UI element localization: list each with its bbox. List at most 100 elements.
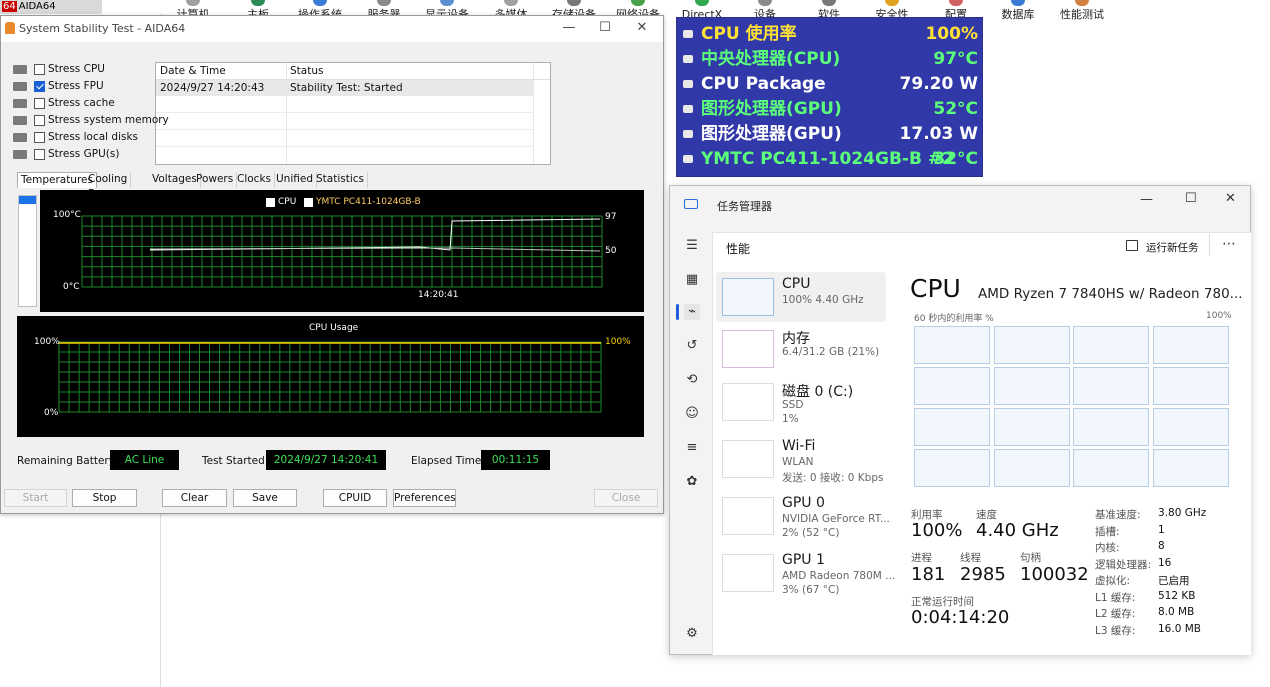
processes-label: 进程: [911, 552, 932, 564]
spec-value: 512 KB: [1158, 589, 1196, 602]
maximize-button[interactable]: ☐: [1185, 191, 1197, 206]
osd-label: YMTC PC411-1024GB-B #2: [701, 149, 954, 169]
stress-checkbox[interactable]: [34, 64, 45, 75]
toolbar-item[interactable]: 性能测试: [1047, 8, 1117, 22]
toolbar-icon: [695, 0, 709, 6]
perf-item-detail: SSD: [782, 399, 804, 411]
clear-button[interactable]: Clear: [162, 489, 227, 507]
sensor-icon: [683, 55, 693, 63]
perf-thumbnail: [722, 330, 774, 368]
history-icon[interactable]: ↺: [684, 338, 700, 354]
threads-value: 2985: [960, 564, 1006, 585]
spec-value: 1: [1158, 523, 1165, 536]
close-icon[interactable]: ✕: [625, 16, 659, 42]
minimize-button[interactable]: —: [1140, 192, 1153, 207]
spec-value: 16.0 MB: [1158, 622, 1201, 635]
legend-checkbox-disk[interactable]: [304, 198, 313, 207]
performance-icon[interactable]: ⌁: [684, 304, 700, 320]
startup-icon[interactable]: ⟲: [684, 372, 700, 388]
perf-item-4[interactable]: GPU 0 NVIDIA GeForce RT... 2% (52 °C): [716, 491, 890, 541]
more-options-button[interactable]: ⋯: [1222, 236, 1236, 252]
cpu-temp-value: 97: [605, 212, 617, 222]
window-titlebar[interactable]: System Stability Test - AIDA64 — ☐ ✕: [1, 16, 663, 42]
stress-checkbox[interactable]: [34, 132, 45, 143]
stop-button[interactable]: Stop: [72, 489, 137, 507]
tab-cooling-fans[interactable]: Cooling Fans: [85, 172, 132, 200]
perf-item-5[interactable]: GPU 1 AMD Radeon 780M ... 3% (67 °C): [716, 548, 895, 598]
core-graph: [993, 449, 1070, 487]
run-new-task-button[interactable]: 运行新任务: [1146, 240, 1199, 255]
save-button[interactable]: Save: [233, 489, 297, 507]
cpu-header: CPU: [910, 274, 961, 303]
hardware-icon: [13, 116, 27, 125]
hardware-icon: [13, 150, 27, 159]
stress-checkbox[interactable]: [34, 115, 45, 126]
osd-row: YMTC PC411-1024GB-B #2 32°C: [677, 147, 984, 172]
uptime-value: 0:04:14:20: [911, 607, 1010, 628]
toolbar-icon: [758, 0, 772, 6]
minimize-button[interactable]: —: [552, 16, 586, 42]
cpuid-button[interactable]: CPUID: [323, 489, 387, 507]
spec-label: L3 缓存:: [1095, 624, 1136, 637]
stability-test-window[interactable]: System Stability Test - AIDA64 — ☐ ✕ Dat…: [0, 15, 664, 514]
osd-value: 32°C: [933, 149, 978, 169]
perf-item-detail: AMD Radeon 780M ...: [782, 570, 896, 582]
speed-value: 4.40 GHz: [976, 520, 1059, 541]
toolbar-icon: [822, 0, 836, 6]
toolbar-icon: [885, 0, 899, 6]
hamburger-menu-icon[interactable]: ☰: [684, 238, 700, 254]
close-icon[interactable]: ✕: [1225, 191, 1236, 206]
osd-label: 图形处理器(GPU): [701, 124, 842, 144]
stress-label: Stress FPU: [48, 80, 104, 92]
osd-label: CPU Package: [701, 74, 826, 94]
perf-item-subdetail: 2% (52 °C): [782, 527, 840, 539]
toolbar-item[interactable]: 数据库: [983, 8, 1053, 22]
battery-value: AC Line: [110, 450, 179, 470]
perf-item-1[interactable]: 内存 6.4/31.2 GB (21%): [716, 324, 886, 374]
perf-item-2[interactable]: 磁盘 0 (C:) SSD 1%: [716, 377, 886, 427]
cpu-usage-value: 100%: [605, 337, 631, 347]
perf-item-detail: 6.4/31.2 GB (21%): [782, 346, 880, 358]
perf-item-3[interactable]: Wi-Fi WLAN 发送: 0 接收: 0 Kbps: [716, 434, 886, 484]
y-axis-bottom: 0%: [44, 408, 59, 418]
perf-item-name: 磁盘 0 (C:): [782, 384, 854, 400]
perf-item-0[interactable]: CPU 100% 4.40 GHz: [716, 272, 886, 322]
tab-unified[interactable]: Unified: [273, 172, 317, 188]
services-icon[interactable]: ✿: [684, 474, 700, 490]
hardware-icon: [13, 82, 27, 91]
window-title: 任务管理器: [717, 200, 772, 213]
spec-label: 内核:: [1095, 542, 1120, 554]
tab-powers[interactable]: Powers: [193, 172, 238, 188]
users-icon[interactable]: ☺: [684, 406, 700, 422]
start-button[interactable]: Start: [4, 489, 67, 507]
stress-checkbox[interactable]: [34, 149, 45, 160]
test-started-value: 2024/9/27 14:20:41: [266, 450, 386, 470]
stress-checkbox[interactable]: [34, 98, 45, 109]
spec-label: L2 缓存:: [1095, 608, 1136, 620]
graph-scrollbar[interactable]: [18, 195, 37, 307]
tab-statistics[interactable]: Statistics: [313, 172, 368, 188]
maximize-button[interactable]: ☐: [588, 16, 622, 42]
core-graph: [1073, 408, 1149, 446]
graph-scrollbar-thumb[interactable]: [19, 196, 36, 204]
threads-label: 线程: [960, 552, 981, 564]
y-axis-top: 100%: [34, 337, 60, 347]
core-graph: [914, 449, 990, 487]
log-header-datetime[interactable]: Date & Time: [160, 65, 226, 77]
tab-clocks[interactable]: Clocks: [234, 172, 275, 188]
x-axis-label: 14:20:41: [418, 290, 459, 300]
log-table[interactable]: Date & Time Status 2024/9/27 14:20:43 St…: [155, 62, 551, 165]
osd-row: 图形处理器(GPU) 17.03 W: [677, 122, 984, 147]
details-icon[interactable]: ≡: [684, 440, 700, 456]
close-button[interactable]: Close: [594, 489, 658, 507]
core-graph: [1073, 449, 1149, 487]
stress-checkbox[interactable]: [34, 81, 45, 92]
sensor-icon: [683, 30, 693, 38]
preferences-button[interactable]: Preferences: [393, 489, 456, 507]
task-manager-icon: [684, 199, 698, 209]
settings-gear-icon[interactable]: ⚙: [684, 626, 700, 642]
log-header-status[interactable]: Status: [290, 65, 323, 77]
core-graph: [993, 326, 1070, 364]
legend-checkbox-cpu[interactable]: [266, 198, 275, 207]
processes-icon[interactable]: ▦: [684, 272, 700, 288]
